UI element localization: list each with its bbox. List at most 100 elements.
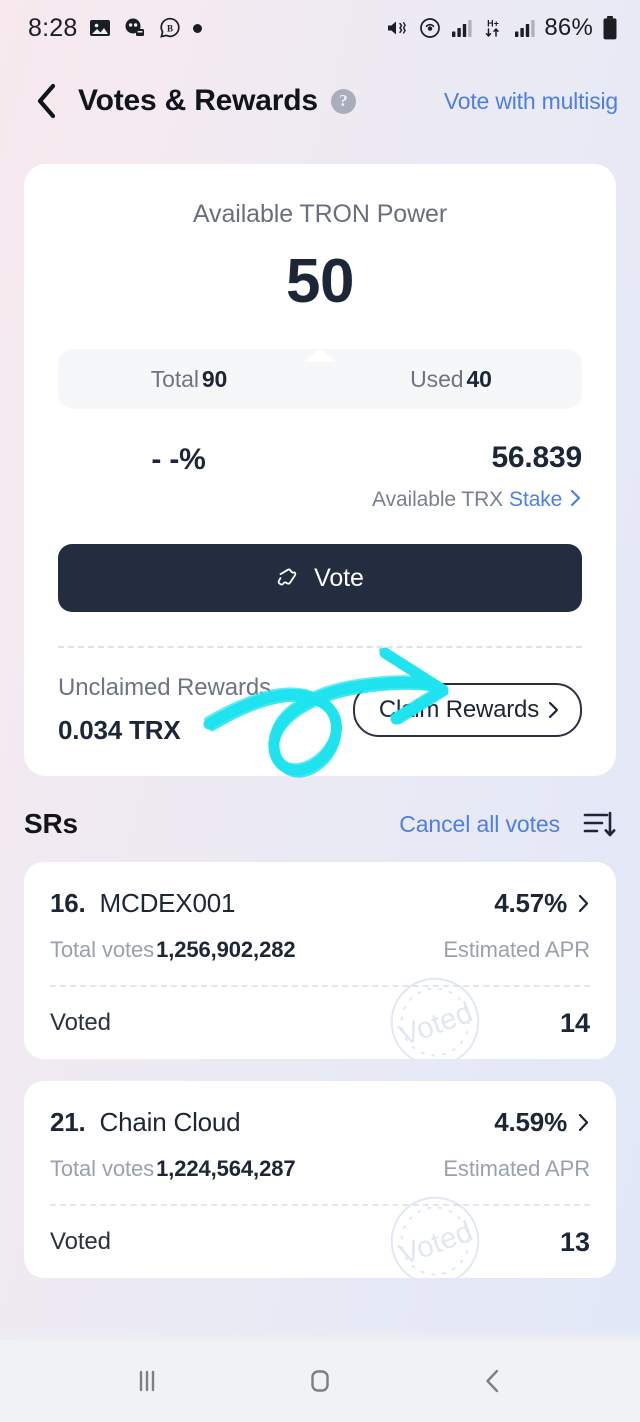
vote-button-label: Vote xyxy=(314,563,364,592)
chevron-right-icon xyxy=(578,1113,589,1132)
sr-estimated-apr-label: Estimated APR xyxy=(443,1156,590,1181)
stats-row: - -% 56.839 Available TRX Stake xyxy=(58,441,582,512)
sr-voted-count: 13 xyxy=(559,1226,590,1257)
status-bar: 8:28 B H+ 86% xyxy=(0,0,640,56)
stake-link[interactable]: Stake xyxy=(509,488,562,511)
sr-total-votes-value: 1,224,564,287 xyxy=(156,1156,296,1181)
sr-header-row: 16. MCDEX001 4.57% xyxy=(50,888,590,919)
hotspot-icon xyxy=(420,18,441,38)
image-icon xyxy=(90,20,111,36)
sr-voted-row: Voted Voted 14 xyxy=(50,977,590,1059)
mute-vibrate-icon xyxy=(387,19,407,36)
sr-voted-row: Voted Voted 13 xyxy=(50,1196,590,1278)
sr-header-row: 21. Chain Cloud 4.59% xyxy=(50,1107,590,1138)
sr-voted-label: Voted xyxy=(50,1228,111,1255)
svg-text:B: B xyxy=(167,24,173,34)
page-title: Votes & Rewards xyxy=(78,84,318,117)
sort-button[interactable] xyxy=(582,809,616,839)
back-chevron-icon xyxy=(486,1369,499,1393)
used-power-stat: Used 40 xyxy=(320,366,582,393)
percent-value: - -% xyxy=(151,443,206,476)
srs-header: SRs Cancel all votes xyxy=(0,776,640,862)
sr-voted-label: Voted xyxy=(50,1009,111,1036)
sr-total-votes-label: Total votes xyxy=(50,937,155,962)
percent-stat: - -% xyxy=(58,441,299,477)
unclaimed-rewards-label: Unclaimed Rewards xyxy=(58,674,272,701)
claim-rewards-button[interactable]: Claim Rewards xyxy=(352,683,582,737)
total-power-stat: Total 90 xyxy=(58,366,320,393)
trx-stat: 56.839 Available TRX Stake xyxy=(299,441,582,512)
sr-card[interactable]: 21. Chain Cloud 4.59% Total votes1,224,5… xyxy=(24,1081,616,1278)
card-divider xyxy=(58,646,582,648)
sr-total-votes-value: 1,256,902,282 xyxy=(156,937,296,962)
chevron-right-icon xyxy=(578,894,589,913)
sr-card[interactable]: 16. MCDEX001 4.57% Total votes1,256,902,… xyxy=(24,862,616,1059)
unclaimed-rewards-block: Unclaimed Rewards 0.034 TRX xyxy=(58,674,271,746)
recents-icon xyxy=(139,1370,154,1392)
trx-sub-row: Available TRX Stake xyxy=(299,488,582,512)
recents-button[interactable] xyxy=(102,1351,192,1411)
brave-icon: B xyxy=(160,17,181,38)
help-circle-icon[interactable]: ? xyxy=(330,88,356,114)
sr-apr-value: 4.57% xyxy=(494,888,567,918)
total-label: Total xyxy=(150,365,199,392)
back-button[interactable] xyxy=(448,1351,538,1411)
used-label: Used xyxy=(410,365,464,392)
unclaimed-rewards-value: 0.034 TRX xyxy=(58,715,181,745)
svg-text:H+: H+ xyxy=(487,19,499,29)
android-nav-bar xyxy=(0,1340,640,1422)
trx-amount: 56.839 xyxy=(491,441,582,474)
sr-apr-value-group: 4.59% xyxy=(494,1107,590,1138)
used-value: 40 xyxy=(466,365,492,392)
chevron-right-icon xyxy=(570,489,581,507)
messenger-icon xyxy=(125,18,145,36)
home-icon xyxy=(311,1370,329,1392)
sr-rank: 21. xyxy=(50,1107,86,1137)
available-tron-power-label: Available TRON Power xyxy=(192,200,448,228)
vote-button[interactable]: Vote xyxy=(58,544,582,612)
sr-name: MCDEX001 xyxy=(99,888,236,918)
cancel-all-votes-link[interactable]: Cancel all votes xyxy=(399,811,560,838)
status-time: 8:28 xyxy=(28,13,78,42)
vote-with-multisig-link[interactable]: Vote with multisig xyxy=(444,88,618,115)
sr-meta-row: Total votes1,256,902,282 Estimated APR xyxy=(50,937,590,963)
back-chevron-icon xyxy=(37,83,56,119)
sort-descending-icon xyxy=(583,811,616,837)
back-button[interactable] xyxy=(30,81,64,121)
sr-total-votes: Total votes1,224,564,287 xyxy=(50,1156,296,1182)
available-tron-power-value: 50 xyxy=(286,247,354,316)
total-used-pill-wrap: Total 90 Used 40 xyxy=(58,348,582,409)
sr-estimated-apr-label: Estimated APR xyxy=(443,937,590,962)
svg-text:Voted: Voted xyxy=(395,996,477,1053)
claim-rewards-label: Claim Rewards xyxy=(378,696,539,723)
signal-icon xyxy=(515,20,535,37)
bottom-scrim xyxy=(0,1328,640,1340)
srs-title: SRs xyxy=(24,808,78,839)
home-button[interactable] xyxy=(275,1351,365,1411)
sr-meta-row: Total votes1,224,564,287 Estimated APR xyxy=(50,1156,590,1182)
sr-apr-value: 4.59% xyxy=(494,1107,567,1137)
sr-rank: 16. xyxy=(50,888,86,918)
tron-power-card: Available TRON Power 50 Total 90 Used 40 -… xyxy=(24,164,616,776)
phone-screen: 8:28 B H+ 86% Votes & Rewards ? Vote wit… xyxy=(0,0,640,1422)
sr-name: Chain Cloud xyxy=(99,1107,241,1137)
voted-stamp-icon: Voted xyxy=(390,977,480,1059)
hspa-plus-icon: H+ xyxy=(486,19,499,37)
pill-notch-icon xyxy=(304,348,336,362)
svg-text:Voted: Voted xyxy=(395,1215,477,1272)
battery-percent: 86% xyxy=(544,14,593,41)
chevron-right-icon xyxy=(548,701,559,719)
battery-icon xyxy=(603,16,617,40)
ticket-icon xyxy=(277,568,297,586)
status-bar-right: H+ 86% xyxy=(385,14,618,42)
unclaimed-rewards-row: Unclaimed Rewards 0.034 TRX Claim Reward… xyxy=(58,674,582,746)
total-value: 90 xyxy=(201,365,228,392)
signal-icon xyxy=(452,20,472,37)
voted-stamp-icon: Voted xyxy=(390,1196,480,1278)
sr-total-votes-label: Total votes xyxy=(50,1156,155,1181)
dot-icon xyxy=(193,23,203,33)
available-trx-label: Available TRX xyxy=(372,488,504,511)
status-bar-left: 8:28 B xyxy=(28,13,203,43)
sr-apr-value-group: 4.57% xyxy=(494,888,590,919)
sr-total-votes: Total votes1,256,902,282 xyxy=(50,937,296,963)
